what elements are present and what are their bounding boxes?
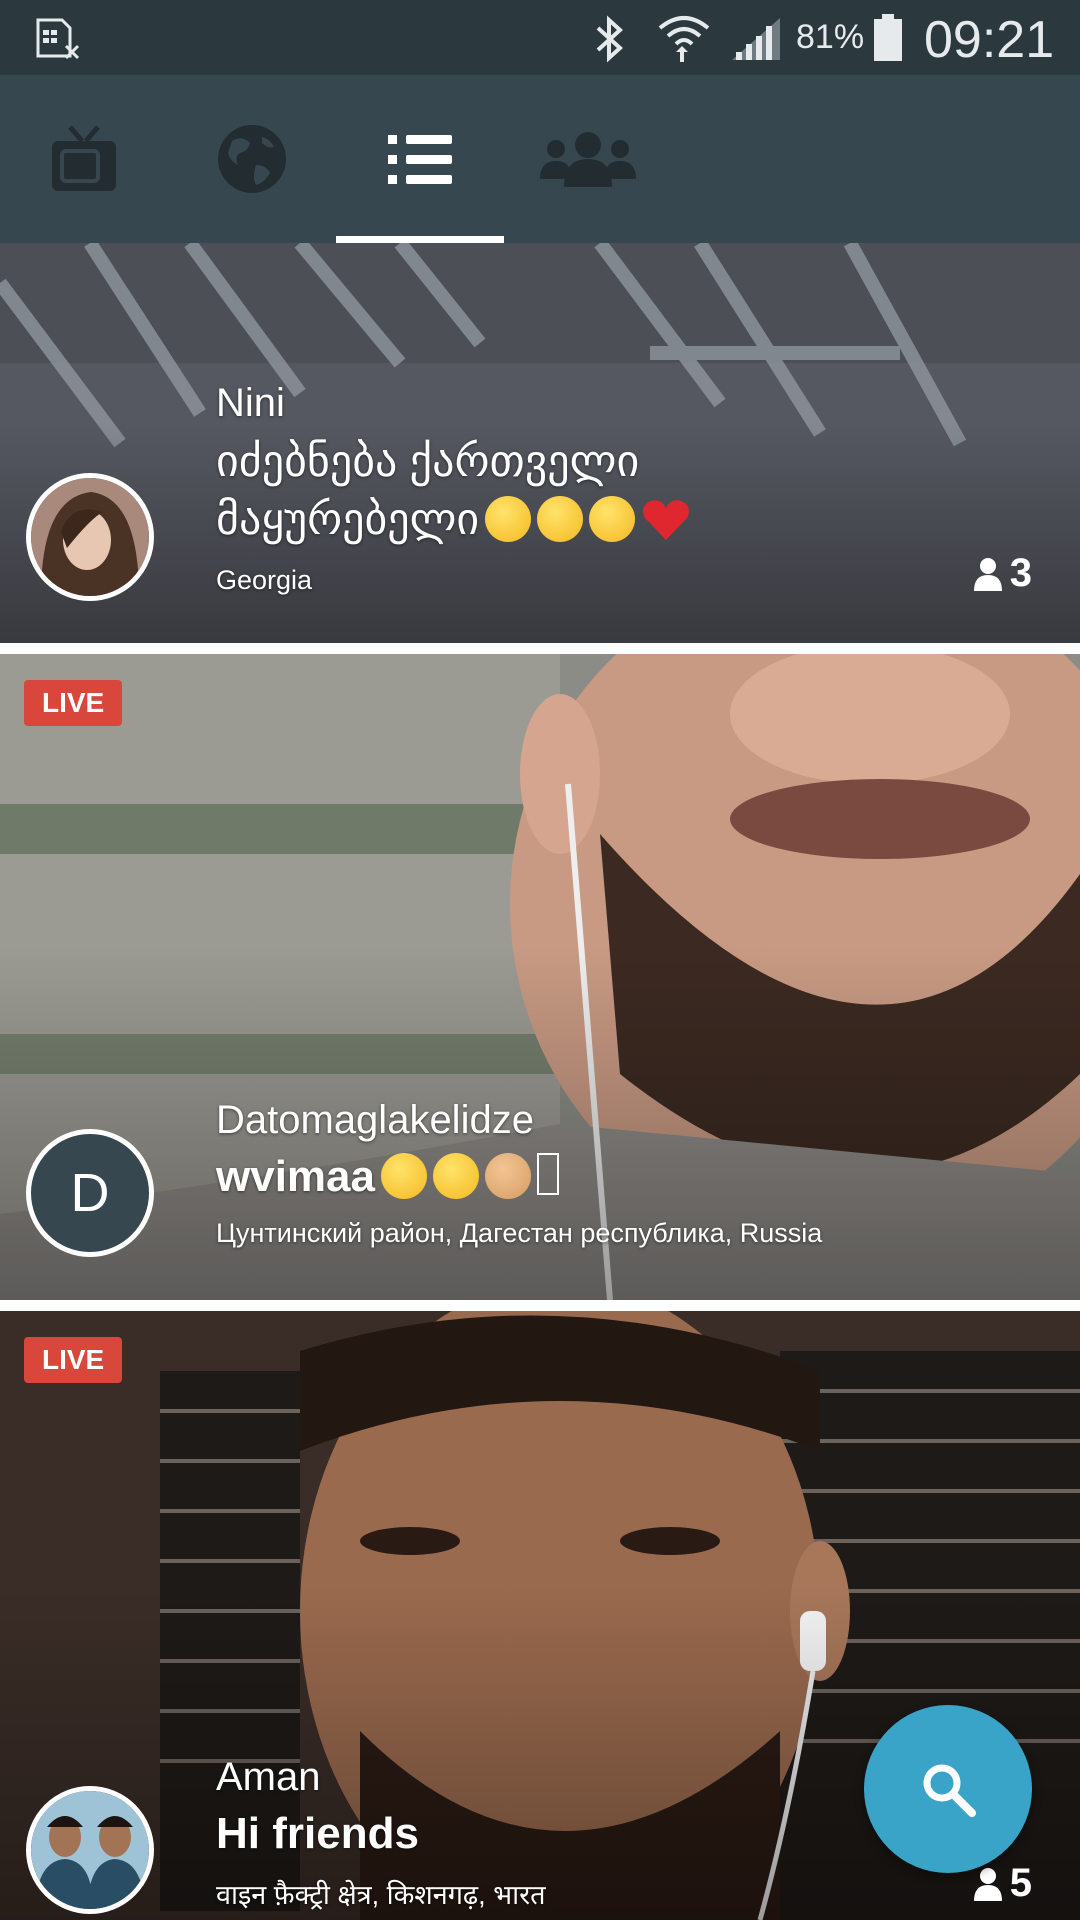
clock: 09:21 bbox=[924, 11, 1055, 69]
avatar[interactable] bbox=[26, 473, 154, 601]
tv-icon bbox=[52, 125, 116, 191]
kiss-emoji-icon bbox=[589, 496, 636, 542]
bluetooth-icon bbox=[596, 15, 623, 63]
tab-list[interactable] bbox=[336, 75, 504, 243]
battery-percent: 81% bbox=[796, 18, 865, 56]
avatar-letter: D bbox=[70, 1163, 110, 1223]
stream-location: Цунтинский район, Дагестан республика, R… bbox=[216, 1218, 823, 1248]
search-icon bbox=[923, 1764, 976, 1817]
confused-emoji-icon bbox=[485, 496, 532, 542]
wifi-icon bbox=[658, 16, 710, 62]
stream-card[interactable]: Nini იძებნება ქართველი მაყურებელი Georgi… bbox=[0, 243, 1080, 643]
viewer-count: 3 bbox=[973, 551, 1032, 596]
stream-title-line2: მაყურებელი bbox=[216, 495, 480, 544]
stream-location: Georgia bbox=[216, 565, 313, 595]
avatar-photo bbox=[31, 1791, 149, 1909]
active-tab-indicator bbox=[336, 236, 504, 243]
live-badge: LIVE bbox=[24, 1337, 123, 1383]
viewer-count: 5 bbox=[973, 1861, 1032, 1906]
stream-location: वाइन फ़ैक्ट्री क्षेत्र, किशनगढ़, भारत bbox=[216, 1880, 546, 1910]
live-badge: LIVE bbox=[24, 680, 123, 726]
search-button[interactable] bbox=[864, 1705, 1032, 1873]
tab-globe[interactable] bbox=[168, 75, 336, 243]
stream-title: Hi friends bbox=[216, 1809, 419, 1858]
battery-icon bbox=[874, 14, 902, 61]
stream-username: Nini bbox=[216, 381, 285, 425]
stream-username: Datomaglakelidze bbox=[216, 1098, 534, 1142]
avatar-photo bbox=[31, 478, 149, 596]
laughing-emoji-icon bbox=[432, 1153, 479, 1199]
status-bar: 81% 09:21 bbox=[0, 0, 1080, 75]
heart-eyes-emoji-icon bbox=[537, 496, 584, 542]
viewer-icon bbox=[973, 1867, 1002, 1901]
stream-title-line1: იძებნება ქართველი bbox=[216, 437, 640, 486]
stream-title: wvimaa bbox=[216, 1148, 559, 1206]
signal-icon bbox=[732, 18, 780, 60]
viewer-icon bbox=[973, 557, 1002, 591]
stream-title: იძებნება ქართველი მაყურებელი bbox=[216, 433, 691, 549]
laughing-emoji-icon bbox=[380, 1153, 427, 1199]
heart-icon bbox=[643, 500, 690, 540]
stream-username: Aman bbox=[216, 1755, 321, 1799]
missing-glyph-icon bbox=[536, 1153, 559, 1195]
list-icon bbox=[388, 135, 452, 184]
ok-hand-emoji-icon bbox=[484, 1153, 531, 1199]
avatar[interactable]: D bbox=[26, 1129, 154, 1257]
tab-people[interactable] bbox=[504, 75, 672, 243]
tab-tv[interactable] bbox=[0, 75, 168, 243]
tab-bar bbox=[0, 75, 1080, 243]
sim-card-icon bbox=[36, 18, 80, 60]
avatar[interactable] bbox=[26, 1786, 154, 1914]
viewer-count-value: 3 bbox=[1009, 551, 1032, 595]
globe-icon bbox=[218, 125, 286, 193]
stream-title-text: wvimaa bbox=[216, 1152, 375, 1201]
viewer-count-value: 5 bbox=[1009, 1861, 1032, 1905]
people-icon bbox=[540, 132, 636, 187]
stream-card[interactable]: LIVE D Datomaglakelidze wvimaa Цунтински… bbox=[0, 654, 1080, 1300]
